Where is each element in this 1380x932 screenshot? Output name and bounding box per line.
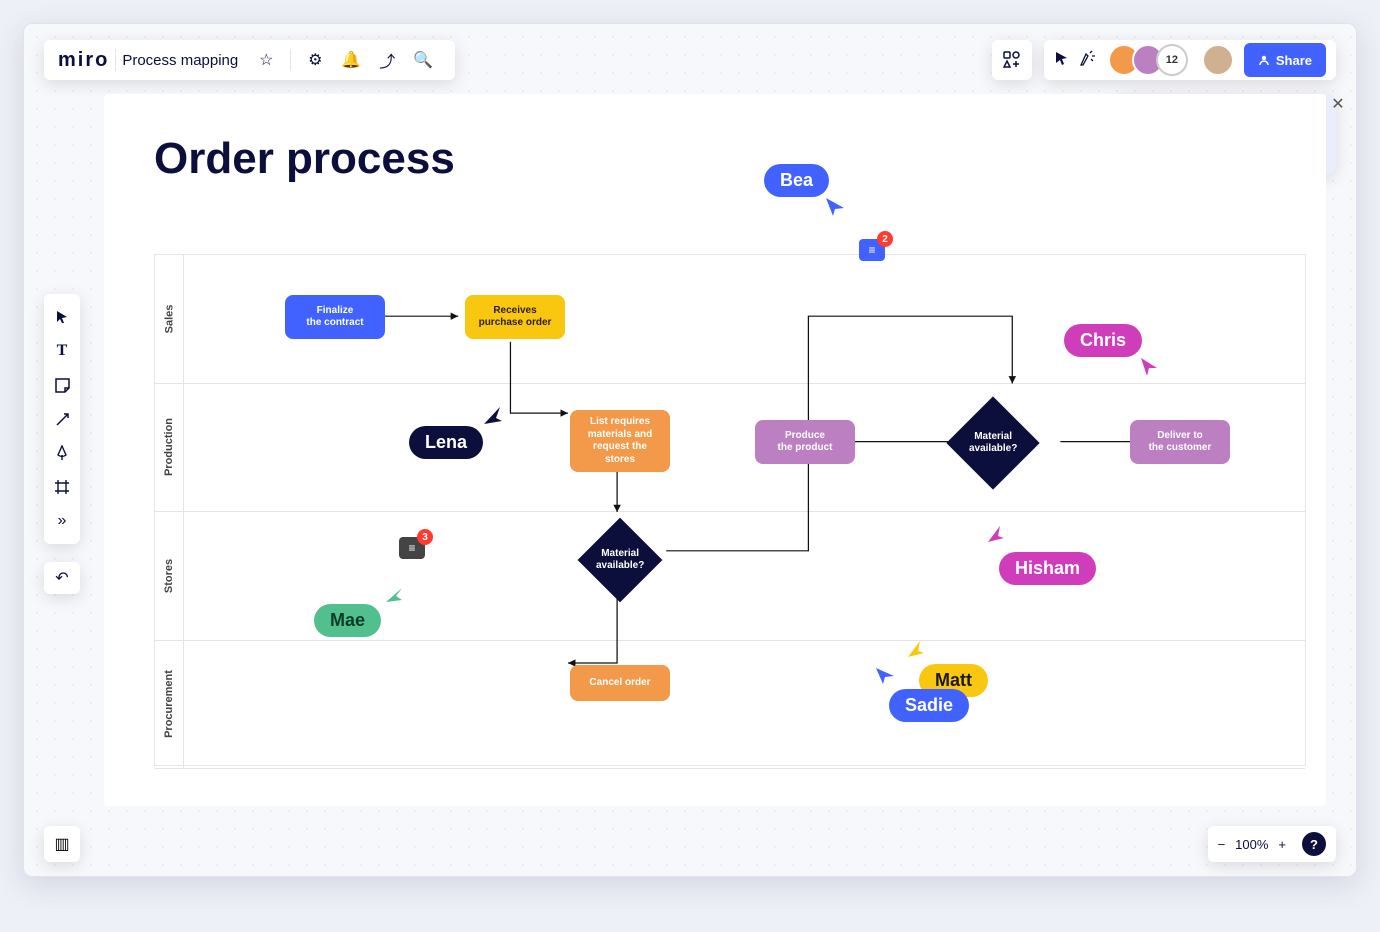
export-icon[interactable]: ⤴ <box>377 50 397 70</box>
miro-logo[interactable]: miro <box>58 49 109 72</box>
sticky-tool[interactable] <box>44 368 80 402</box>
collaborator-avatars[interactable]: 12 <box>1108 44 1188 76</box>
text-tool[interactable]: T <box>44 334 80 368</box>
node-finalize[interactable]: Finalize the contract <box>285 295 385 339</box>
lane-label: Sales <box>163 304 175 333</box>
lane-procurement[interactable] <box>183 641 1305 769</box>
star-icon[interactable]: ☆ <box>256 50 276 70</box>
comment-bubble[interactable]: ≡ 3 <box>399 537 425 559</box>
person-icon <box>1258 54 1270 66</box>
reactions-icon[interactable] <box>1080 50 1098 71</box>
board-canvas[interactable]: Order process Sales Production Stores Pr… <box>104 94 1326 806</box>
node-list[interactable]: List requires materials and request the … <box>570 410 670 472</box>
cursor-tag-hisham: Hisham <box>999 552 1096 585</box>
settings-icon[interactable]: ⚙ <box>305 50 325 70</box>
left-toolbar: T » <box>44 294 80 544</box>
apps-button[interactable] <box>992 40 1032 80</box>
cursor-icon <box>824 196 846 218</box>
help-button[interactable]: ? <box>1302 832 1326 856</box>
panels-button[interactable]: ▥ <box>44 826 80 862</box>
avatar-self[interactable] <box>1202 44 1234 76</box>
avatar-count[interactable]: 12 <box>1156 44 1188 76</box>
connector-tool[interactable] <box>44 402 80 436</box>
zoom-controls: − 100% + ? <box>1208 826 1336 862</box>
board-name[interactable]: Process mapping <box>122 52 238 69</box>
lane-label: Stores <box>163 559 175 593</box>
comment-count: 3 <box>417 529 433 545</box>
cursor-icon <box>984 524 1004 544</box>
comment-bubble[interactable]: ≡ 2 <box>859 239 885 261</box>
lane-label: Production <box>163 418 175 476</box>
cursor-tool-icon[interactable] <box>1054 50 1070 71</box>
zoom-in-button[interactable]: + <box>1278 837 1286 852</box>
more-tools[interactable]: » <box>44 504 80 538</box>
select-tool[interactable] <box>44 300 80 334</box>
lane-label: Procurement <box>163 670 175 738</box>
divider <box>115 49 116 71</box>
cursor-tag-lena: Lena <box>409 426 483 459</box>
diagram-title: Order process <box>154 134 455 184</box>
share-label: Share <box>1276 53 1312 68</box>
cursor-tag-mae: Mae <box>314 604 381 637</box>
cursor-tag-bea: Bea <box>764 164 829 197</box>
bell-icon[interactable]: 🔔 <box>341 50 361 70</box>
node-receives[interactable]: Receives purchase order <box>465 295 565 339</box>
node-produce[interactable]: Produce the product <box>755 420 855 464</box>
cursor-icon <box>1139 356 1159 376</box>
node-cancel[interactable]: Cancel order <box>570 665 670 701</box>
cursor-icon <box>384 584 404 604</box>
cursor-tag-sadie: Sadie <box>889 689 969 722</box>
node-deliver[interactable]: Deliver to the customer <box>1130 420 1230 464</box>
undo-toolbar: ↶ <box>44 562 80 594</box>
pen-tool[interactable] <box>44 436 80 470</box>
cursor-icon <box>874 664 894 684</box>
comment-count: 2 <box>877 231 893 247</box>
cursor-icon <box>904 639 924 659</box>
share-button[interactable]: Share <box>1244 43 1326 77</box>
frame-tool[interactable] <box>44 470 80 504</box>
panel-icon: ▥ <box>54 834 69 854</box>
zoom-value[interactable]: 100% <box>1235 837 1268 852</box>
cursor-tag-chris: Chris <box>1064 324 1142 357</box>
divider <box>290 49 291 71</box>
search-icon[interactable]: 🔍 <box>413 50 433 70</box>
undo-button[interactable]: ↶ <box>44 562 80 594</box>
close-icon[interactable]: ✕ <box>1328 94 1348 114</box>
cursor-icon <box>482 404 504 426</box>
board-header: miro Process mapping ☆ ⚙ 🔔 ⤴ 🔍 <box>44 40 455 80</box>
grid-plus-icon <box>1003 51 1021 69</box>
zoom-out-button[interactable]: − <box>1218 837 1226 852</box>
